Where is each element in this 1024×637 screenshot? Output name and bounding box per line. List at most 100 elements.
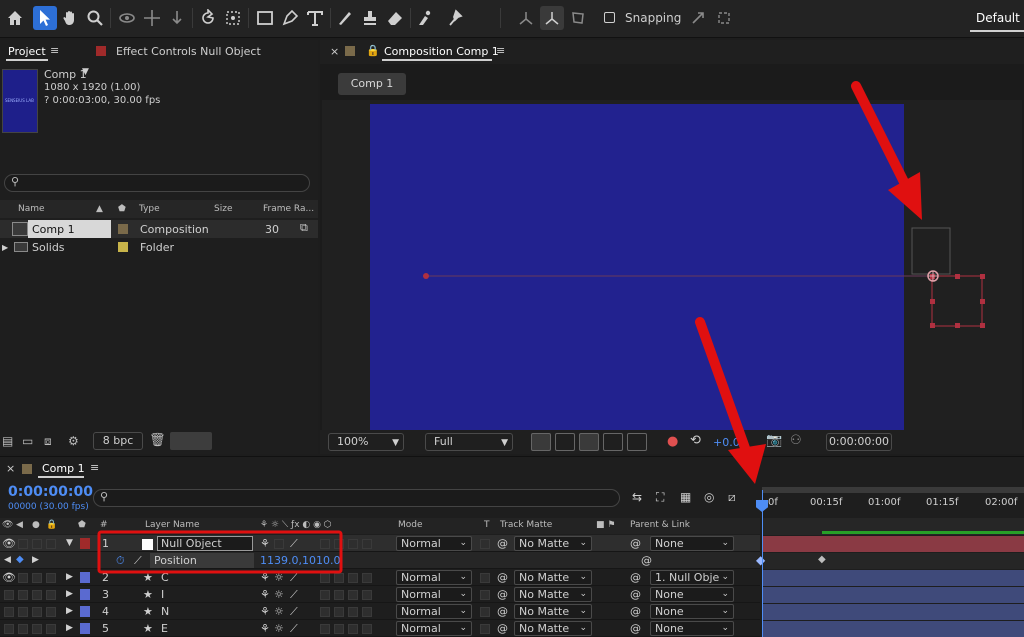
flowchart-icon[interactable]: ⧉ [300,221,308,235]
zoom-tool-icon[interactable] [83,6,107,30]
lock-icon[interactable]: 🔒 [366,44,380,57]
label-color-swatch[interactable] [118,242,128,252]
timeline-search-input[interactable]: ⚲ [93,489,620,507]
layer-bar-5[interactable] [762,621,1024,637]
view-axis-icon[interactable] [566,6,590,30]
transform-handle[interactable] [955,274,960,279]
shy-switch-icon[interactable]: ⚘ [260,605,270,618]
parent-pickwhip-icon[interactable]: @ [630,571,641,584]
quality-switch-icon[interactable]: ⟋ [290,605,298,619]
frame-blending-icon[interactable]: ▦ [680,490,691,504]
matte-pickwhip-icon[interactable]: @ [497,571,508,584]
parent-pickwhip-icon[interactable]: @ [630,537,641,550]
clone-stamp-icon[interactable] [358,6,382,30]
panel-menu-icon[interactable]: ≡ [90,461,99,474]
layer-bar-2[interactable] [762,570,1024,586]
layer-label-color[interactable] [80,589,90,600]
transform-handle[interactable] [980,323,985,328]
transform-handle[interactable] [980,299,985,304]
effect-switch[interactable] [320,607,330,617]
interpret-footage-icon[interactable]: ▤ [2,434,13,448]
show-snapshot-icon[interactable]: ⚇ [790,433,802,448]
pen-tool-icon[interactable] [278,6,302,30]
selection-tool-icon[interactable] [33,6,57,30]
collapse-switch-icon[interactable]: ☼ [274,588,284,601]
parent-pickwhip-icon[interactable]: @ [630,622,641,635]
motion-blur-switch[interactable] [348,590,358,600]
panel-menu-icon[interactable]: ≡ [50,44,59,57]
parent-pickwhip-icon[interactable]: @ [630,605,641,618]
quality-switch-icon[interactable]: ⟋ [290,571,298,585]
layer-name[interactable]: E [161,622,168,635]
layer-name[interactable]: C [161,571,169,584]
chevron-right-icon[interactable]: ▶ [66,606,73,616]
transform-handle[interactable] [930,323,935,328]
region-of-interest-icon[interactable] [603,433,623,451]
grid-guides-icon[interactable] [627,433,647,451]
layer-label-color[interactable] [80,572,90,583]
solo-switch[interactable] [32,590,42,600]
project-search-input[interactable]: ⚲ [4,174,310,192]
motion-blur-switch[interactable] [348,573,358,583]
work-area-bar[interactable] [762,487,1024,493]
preserve-transparency-switch[interactable] [480,573,490,583]
solo-switch[interactable] [32,539,42,549]
draft-3d-icon[interactable]: ⛶ [656,490,664,505]
blend-mode-dropdown[interactable]: Normal ⌄ [396,536,472,551]
chevron-right-icon[interactable]: ▶ [2,243,8,252]
lock-icon[interactable]: 🔒 [46,520,57,530]
blend-mode-dropdown[interactable]: Normal ⌄ [396,604,472,619]
column-type[interactable]: Type [139,204,160,214]
snap-edges-icon[interactable] [686,6,710,30]
project-settings-icon[interactable]: ⚙ [68,434,79,448]
mask-visibility-icon[interactable] [579,433,599,451]
project-item-row[interactable]: Comp 1 Composition 30 ⧉ [0,220,318,238]
project-item-row[interactable]: ▶ Solids Folder [0,238,318,256]
close-tab-icon[interactable]: × [6,462,15,475]
parent-link-header[interactable]: Parent & Link [630,520,690,530]
chevron-right-icon[interactable]: ▶ [66,623,73,633]
transparency-grid-icon[interactable] [555,433,575,451]
collapse-switch-icon[interactable]: ☼ [274,622,284,635]
solo-toggle-icon[interactable]: ● [32,520,40,530]
viewer-current-time[interactable]: 0:00:00:00 [826,433,892,451]
layer-bar-3[interactable] [762,587,1024,603]
expression-pickwhip-icon[interactable]: @ [641,554,652,567]
audio-switch[interactable] [18,607,28,617]
preserve-transparency-switch[interactable] [480,590,490,600]
layer-name-header[interactable]: Layer Name [145,520,200,530]
shy-switch-icon[interactable]: ⚘ [260,571,270,584]
item-name[interactable]: Solids [32,241,65,254]
label-column-icon[interactable]: ⬟ [78,520,86,530]
audio-switch[interactable] [18,573,28,583]
quality-switch-icon[interactable]: ⟋ [290,622,298,636]
graph-editor-icon[interactable]: ⧄ [728,490,736,505]
transform-handle[interactable] [980,274,985,279]
channel-rgb-icon[interactable]: ● [667,434,678,449]
timeline-tab[interactable]: Comp 1 [42,462,85,475]
pan-camera-icon[interactable] [140,6,164,30]
hand-tool-icon[interactable] [58,6,82,30]
matte-pickwhip-icon[interactable]: @ [497,605,508,618]
fast-previews-icon[interactable] [531,433,551,451]
chevron-right-icon[interactable]: ▶ [66,589,73,599]
property-name[interactable]: Position [154,554,197,567]
layer-bar-1[interactable] [762,536,1024,552]
snapping-checkbox[interactable] [604,12,615,23]
lock-switch[interactable] [46,573,56,583]
3d-layer-switch[interactable] [362,607,372,617]
stopwatch-icon[interactable]: ⏱ [116,554,125,568]
chevron-right-icon[interactable]: ▶ [66,572,73,582]
effect-controls-tab[interactable]: Effect Controls Null Object [116,45,261,58]
track-matte-header[interactable]: Track Matte [500,520,552,530]
exposure-value[interactable]: +0.0 [713,436,740,449]
new-folder-icon[interactable]: ▭ [22,434,33,448]
puppet-pin-icon[interactable] [444,6,468,30]
effect-switch[interactable] [320,573,330,583]
layer-row-3[interactable]: ▶ 3 ★ I ⚘ ☼ ⟋ Normal ⌄ @ No Matte ⌄ @ None… [0,586,760,603]
effect-switch[interactable] [320,590,330,600]
3d-layer-switch[interactable] [362,573,372,583]
layer-row-2[interactable]: 👁 ▶ 2 ★ C ⚘ ☼ ⟋ Normal ⌄ @ No Matte ⌄ @ 1.… [0,569,760,586]
brush-tool-icon[interactable] [333,6,357,30]
track-matte-dropdown[interactable]: No Matte ⌄ [514,536,592,551]
